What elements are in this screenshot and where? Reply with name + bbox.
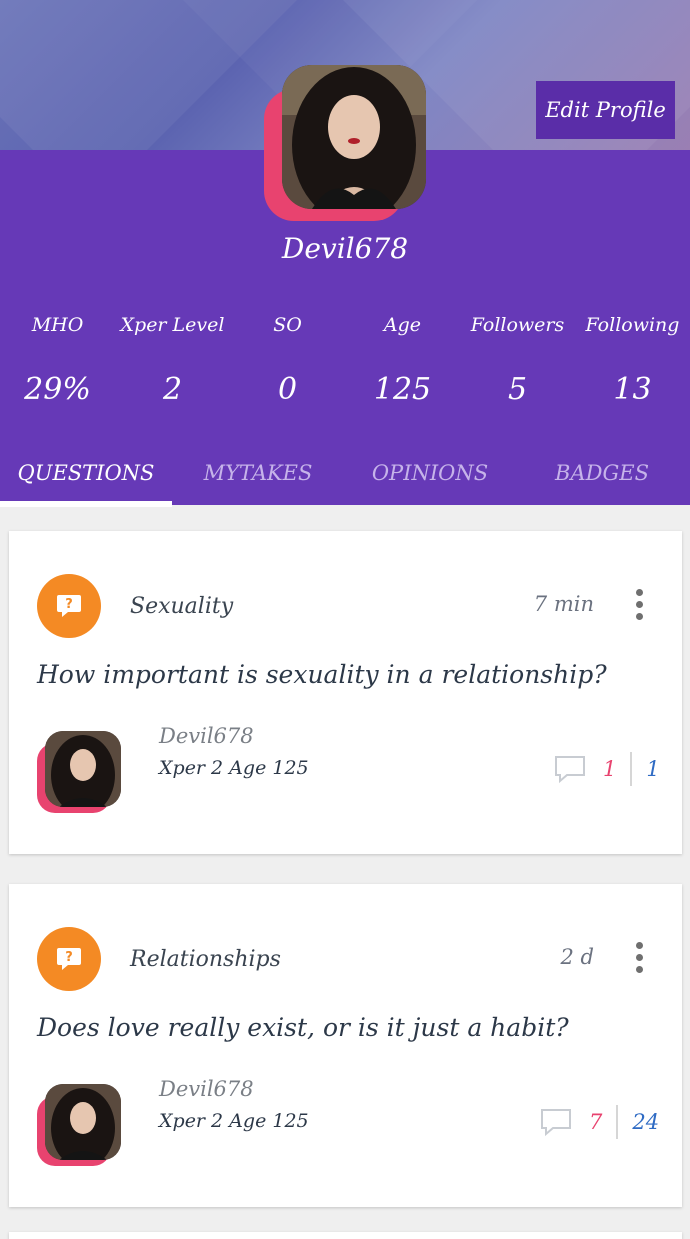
more-vert-icon[interactable] — [634, 942, 644, 976]
avatar[interactable] — [37, 1084, 121, 1168]
opinion-count: 1 — [603, 757, 617, 781]
avatar-photo — [282, 65, 426, 209]
more-vert-icon[interactable] — [634, 589, 644, 623]
comment-bubble-icon — [541, 1109, 571, 1137]
author-meta: Xper 2 Age 125 — [159, 757, 309, 779]
tab-mytakes[interactable]: MYTAKES — [172, 442, 344, 504]
post-time: 2 d — [560, 945, 594, 969]
tab-badges[interactable]: BADGES — [516, 442, 688, 504]
edit-profile-button[interactable]: Edit Profile — [536, 81, 675, 139]
stat-value-so: 0 — [277, 372, 298, 407]
stat-label-age: Age — [383, 314, 422, 336]
author-meta: Xper 2 Age 125 — [159, 1110, 309, 1132]
stat-value-age: 125 — [373, 372, 432, 407]
stat-value-mho: 29% — [24, 372, 91, 407]
author-name[interactable]: Devil678 — [159, 1077, 254, 1101]
category-label[interactable]: Sexuality — [130, 594, 233, 619]
stat-value-followers[interactable]: 5 — [460, 372, 575, 407]
post-stats: 7 24 — [539, 1102, 659, 1142]
stat-label-following[interactable]: Following — [575, 314, 690, 336]
tab-opinions[interactable]: OPINIONS — [344, 442, 516, 504]
question-card[interactable] — [9, 1232, 682, 1239]
stat-label-mho: MHO — [31, 314, 84, 336]
author-name[interactable]: Devil678 — [159, 724, 254, 748]
question-card[interactable]: ? Relationships 2 d Does love really exi… — [9, 884, 682, 1207]
stat-value-following[interactable]: 13 — [575, 372, 690, 407]
tab-active-indicator — [0, 501, 172, 507]
avatar[interactable] — [37, 731, 121, 815]
category-label[interactable]: Relationships — [130, 947, 281, 972]
profile-tabs: QUESTIONS MYTAKES OPINIONS BADGES — [0, 442, 690, 506]
vote-count: 24 — [632, 1110, 660, 1134]
vote-count: 1 — [646, 757, 660, 781]
profile-avatar[interactable] — [264, 65, 426, 225]
stat-label-followers[interactable]: Followers — [460, 314, 575, 336]
comment-bubble-icon — [555, 756, 585, 784]
svg-text:?: ? — [65, 950, 73, 965]
question-bubble-icon: ? — [37, 574, 101, 638]
stat-label-so: SO — [273, 314, 302, 336]
stat-label-xper-level: Xper Level — [120, 314, 225, 336]
opinion-count: 7 — [589, 1110, 603, 1134]
question-bubble-icon: ? — [37, 927, 101, 991]
question-title[interactable]: Does love really exist, or is it just a … — [37, 1013, 569, 1042]
question-card[interactable]: ? Sexuality 7 min How important is sexua… — [9, 531, 682, 854]
stat-value-xper-level: 2 — [162, 372, 183, 407]
tab-questions[interactable]: QUESTIONS — [0, 442, 172, 504]
post-stats: 1 1 — [553, 749, 660, 789]
question-title[interactable]: How important is sexuality in a relation… — [37, 660, 607, 689]
post-time: 7 min — [533, 592, 594, 616]
profile-username: Devil678 — [281, 232, 409, 265]
svg-text:?: ? — [65, 597, 73, 612]
